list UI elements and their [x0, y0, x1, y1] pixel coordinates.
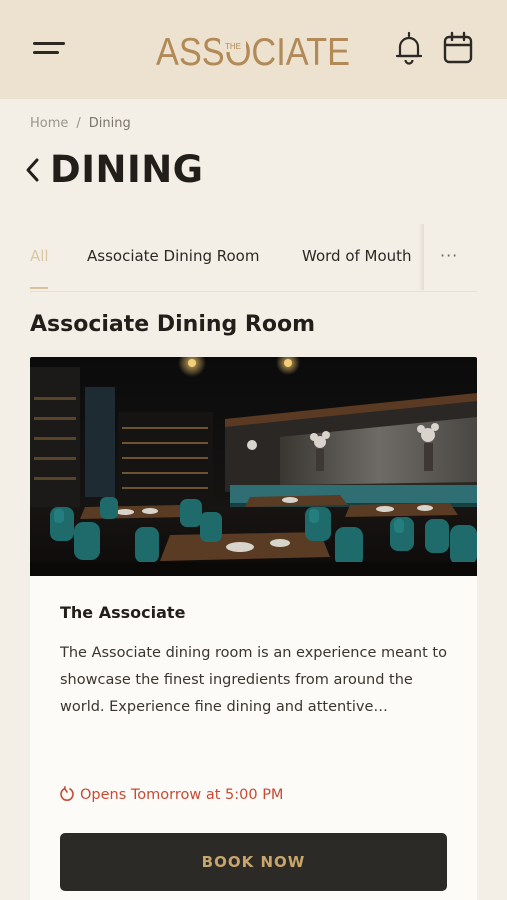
reservations-button[interactable] [442, 31, 474, 65]
back-button[interactable] [22, 157, 44, 183]
app-header: ASSOCIATE THE [0, 0, 507, 99]
restaurant-name: The Associate [60, 603, 186, 622]
breadcrumb-home-link[interactable]: Home [30, 116, 68, 131]
opening-status: Opens Tomorrow at 5:00 PM [60, 786, 283, 803]
tab-word-of-mouth[interactable]: Word of Mouth [302, 247, 412, 265]
breadcrumb: Home / Dining [30, 116, 131, 131]
hamburger-icon [33, 42, 65, 45]
tabs-more-button[interactable]: ··· [440, 246, 458, 265]
opening-status-text: Opens Tomorrow at 5:00 PM [80, 787, 284, 803]
logo-small-text: THE [225, 42, 241, 51]
chevron-left-icon [26, 158, 39, 182]
tabs-scroll-fade [418, 224, 424, 290]
section-title: Associate Dining Room [30, 312, 316, 337]
restaurant-description: The Associate dining room is an experien… [60, 645, 447, 715]
active-tab-indicator [30, 287, 48, 289]
bell-icon [395, 31, 423, 65]
breadcrumb-separator: / [76, 116, 81, 131]
logo-text: ASSOCIATE [156, 31, 350, 70]
clock-icon [60, 786, 74, 801]
restaurant-card: The Associate The Associate dining room … [30, 357, 477, 900]
menu-button[interactable] [30, 38, 70, 60]
calendar-icon [443, 31, 473, 64]
hamburger-icon-line [33, 51, 59, 54]
page-title: DINING [50, 148, 204, 191]
book-now-button[interactable]: BOOK NOW [60, 833, 447, 891]
tab-associate-dining-room[interactable]: Associate Dining Room [87, 247, 259, 265]
tab-all[interactable]: All [30, 247, 49, 265]
restaurant-photo[interactable] [30, 357, 477, 576]
category-tabs: All Associate Dining Room Word of Mouth … [30, 222, 477, 292]
associate-logo[interactable]: ASSOCIATE THE [156, 30, 352, 70]
notifications-button[interactable] [394, 30, 424, 66]
breadcrumb-current: Dining [88, 116, 131, 131]
